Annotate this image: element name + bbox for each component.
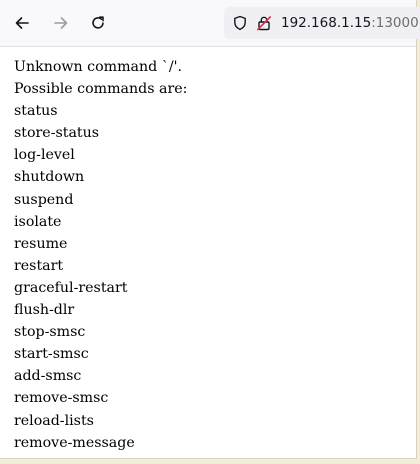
page-content: Unknown command `/'. Possible commands a… — [0, 47, 416, 454]
command-item: remove-smsc — [14, 390, 109, 407]
command-item: flush-dlr — [14, 302, 75, 319]
command-item: stop-smsc — [14, 324, 86, 341]
back-button[interactable] — [8, 9, 36, 37]
shield-icon[interactable] — [232, 15, 248, 31]
command-item: resume — [14, 235, 68, 252]
url-port: :13000 — [371, 15, 419, 31]
commands-intro: Possible commands are: — [14, 81, 188, 98]
command-item: remove-message — [14, 434, 135, 451]
reload-button[interactable] — [84, 9, 112, 37]
command-item: start-smsc — [14, 346, 89, 363]
reload-icon — [92, 16, 104, 29]
back-arrow-icon — [15, 17, 29, 29]
forward-arrow-icon — [54, 17, 68, 29]
command-item: suspend — [14, 191, 74, 208]
url-bar[interactable]: 192.168.1.15:13000 — [224, 7, 420, 39]
forward-button[interactable] — [47, 9, 75, 37]
command-item: graceful-restart — [14, 279, 128, 296]
url-host: 192.168.1.15 — [281, 15, 372, 31]
browser-window: 192.168.1.15:13000 Unknown command `/'. … — [0, 0, 420, 459]
browser-toolbar: 192.168.1.15:13000 — [0, 0, 420, 47]
command-item: restart — [14, 257, 64, 274]
command-item: add-smsc — [14, 368, 82, 385]
command-item: log-level — [14, 147, 75, 164]
command-item: shutdown — [14, 169, 85, 186]
insecure-lock-icon[interactable] — [256, 15, 272, 31]
command-item: isolate — [14, 213, 62, 230]
command-item: reload-lists — [14, 412, 94, 429]
error-message: Unknown command `/'. — [14, 59, 183, 75]
command-item: store-status — [14, 125, 100, 142]
command-item: status — [14, 103, 58, 120]
